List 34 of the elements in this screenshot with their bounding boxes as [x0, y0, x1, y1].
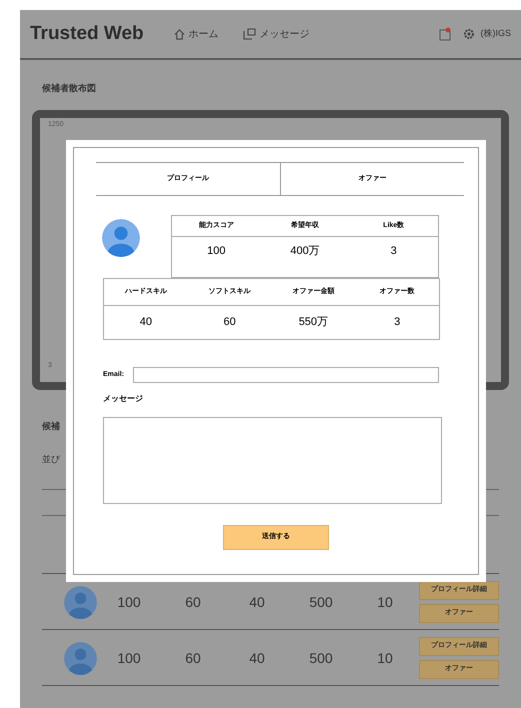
- message-link[interactable]: メッセージ: [242, 26, 310, 42]
- table-cell-text: 3: [393, 315, 402, 330]
- home-icon: [174, 28, 185, 40]
- table-cell-text: 40: [248, 592, 266, 612]
- table-cell-text: 100: [206, 244, 227, 259]
- table-cell-text: 3: [390, 244, 398, 259]
- notification-icon[interactable]: [438, 27, 450, 41]
- table-cell-text: 10: [376, 648, 394, 668]
- home-link[interactable]: ホーム: [174, 26, 219, 42]
- avatar-icon: [102, 219, 140, 257]
- chat-icon: [242, 28, 256, 40]
- table-cell-text: 60: [222, 315, 237, 330]
- table-cell-text: 400万: [289, 244, 321, 259]
- table-cell-text: 40: [248, 648, 266, 668]
- section-title: 候補: [42, 420, 61, 432]
- message-label: メッセージ: [103, 393, 143, 405]
- company-name[interactable]: (株)IGS: [480, 27, 511, 41]
- table-cell-text: 500: [308, 648, 334, 668]
- section-title: 候補者散布図: [42, 82, 97, 95]
- logo: Trusted Web: [30, 22, 144, 46]
- table-cell-text: 550万: [298, 315, 330, 330]
- avatar-icon: [64, 642, 97, 674]
- settings-icon[interactable]: [462, 28, 474, 40]
- sort-label: 並び: [42, 453, 62, 466]
- table-cell-text: 500: [308, 592, 334, 612]
- table-cell-text: 40: [138, 315, 153, 330]
- table-cell-text: 60: [184, 648, 202, 668]
- email-field[interactable]: [133, 367, 439, 383]
- table-cell-text: 10: [376, 592, 394, 612]
- table-cell-text: 60: [184, 592, 202, 612]
- table-cell-text: 100: [116, 648, 142, 668]
- message-field[interactable]: [103, 417, 442, 504]
- avatar-icon: [64, 586, 97, 618]
- table-cell-text: 100: [116, 592, 142, 612]
